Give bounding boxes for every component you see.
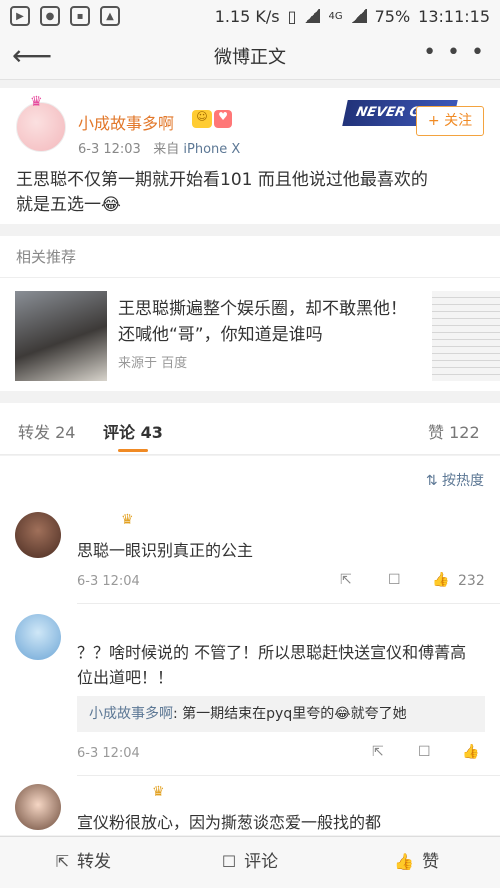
back-arrow-icon[interactable]: ⟵ xyxy=(12,42,52,70)
post-date: 6-3 12:03 xyxy=(78,142,141,157)
signal-icon-2 xyxy=(350,9,367,23)
comment-icon: ☐ xyxy=(221,852,237,871)
commenter-avatar[interactable] xyxy=(15,614,61,660)
weibo-post: ♛ 小成故事多啊 ☺ ♥ 6-3 12:03 来自 iPhone X NEVER… xyxy=(0,88,500,224)
tab-comment[interactable]: 评论 43 xyxy=(103,419,163,443)
related-section: 相关推荐 王思聪撕遍整个娱乐圈，却不敢黑他！还喊他“哥”，你知道是谁吗 来源于 … xyxy=(0,236,500,391)
sort-icon: ⇅ xyxy=(425,473,438,489)
post-body: 王思聪不仅第一期就开始看101 而且他说过他最喜欢的就是五选一😂 xyxy=(16,170,428,215)
more-options-icon[interactable]: • • • xyxy=(423,40,486,65)
save-icon: ▪ xyxy=(70,6,90,26)
crown-icon: ♛ xyxy=(152,784,165,800)
clock: 13:11:15 xyxy=(418,6,490,26)
reply-icon[interactable]: ☐ xyxy=(418,744,431,760)
bottom-action-bar: ⇱ 转发 ☐ 评论 👍 赞 xyxy=(0,836,500,888)
sort-label: 按热度 xyxy=(442,473,484,489)
network-type: 4G xyxy=(328,10,343,22)
author-name[interactable]: 小成故事多啊 xyxy=(78,110,174,134)
repost-button[interactable]: ⇱ 转发 xyxy=(0,837,167,888)
repost-icon: ⇱ xyxy=(55,852,70,871)
comment-list: ♛ 思聪一眼识别真正的公主 6-3 12:04 ⇱ ☐ 👍 232 ？？啥时候说… xyxy=(0,500,500,835)
play-icon: ▶ xyxy=(10,6,30,26)
commenter-avatar[interactable] xyxy=(15,512,61,558)
post-source[interactable]: iPhone X xyxy=(183,142,240,157)
comment-time: 6-3 12:04 xyxy=(77,746,140,761)
comment-text: ？？啥时候说的 不管了！所以思聪赶快送宣仪和傅菁高位出道吧！！ xyxy=(77,643,467,687)
image-icon: ▲ xyxy=(100,6,120,26)
like-icon: 👍 xyxy=(394,852,415,871)
page-title: 微博正文 xyxy=(214,46,286,68)
share-icon[interactable]: ⇱ xyxy=(340,572,352,588)
post-tabs: 转发 24 评论 43 赞 122 xyxy=(0,403,500,455)
status-bar: ▶ ● ▪ ▲ 1.15 K/s ▯ 4G 75% 13:11:15 xyxy=(0,0,500,32)
battery-level: 75% xyxy=(374,6,411,26)
comment-divider xyxy=(77,603,500,604)
like-button[interactable]: 👍 赞 xyxy=(333,837,500,888)
signal-icon xyxy=(304,9,321,23)
vip-badge-icon: ☺ xyxy=(192,110,212,128)
like-icon[interactable]: 👍 xyxy=(432,572,449,588)
nav-bar: ⟵ 微博正文 • • • xyxy=(0,32,500,80)
sort-bar: ⇅ 按热度 xyxy=(0,456,500,500)
crown-icon: ♛ xyxy=(30,94,43,110)
comment-divider xyxy=(77,775,500,776)
comment-text: 思聪一眼识别真正的公主 xyxy=(77,541,254,560)
net-speed: 1.15 K/s xyxy=(214,6,280,26)
like-label: 赞 xyxy=(422,852,440,872)
comment-time: 6-3 12:04 xyxy=(77,574,140,589)
related-source: 来源于 百度 xyxy=(118,356,188,371)
heart-badge-icon: ♥ xyxy=(214,110,232,128)
like-count: 232 xyxy=(458,573,485,589)
reply-text: : 第一期结束在pyq里夸的😂就夸了她 xyxy=(173,706,407,722)
like-icon[interactable]: 👍 xyxy=(462,744,479,760)
crown-icon: ♛ xyxy=(121,512,134,528)
tab-like[interactable]: 赞 122 xyxy=(428,419,480,443)
reply-author[interactable]: 小成故事多啊 xyxy=(89,706,173,722)
sort-hot-button[interactable]: ⇅ 按热度 xyxy=(426,470,484,490)
reply-icon[interactable]: ☐ xyxy=(388,572,401,588)
commenter-avatar[interactable] xyxy=(15,784,61,830)
tab-repost[interactable]: 转发 24 xyxy=(18,419,75,443)
comment-label: 评论 xyxy=(244,852,279,872)
related-thumbnail[interactable] xyxy=(15,291,107,381)
comment-button[interactable]: ☐ 评论 xyxy=(167,837,334,888)
follow-button[interactable]: + 关注 xyxy=(416,106,484,136)
notification-icon: ● xyxy=(40,6,60,26)
source-prefix: 来自 xyxy=(153,142,180,157)
active-tab-indicator xyxy=(118,449,148,452)
comment-text: 宣仪粉很放心，因为撕葱谈恋爱一般找的都 xyxy=(77,813,382,832)
reply-preview[interactable]: 小成故事多啊: 第一期结束在pyq里夸的😂就夸了她 xyxy=(77,696,485,732)
related-header: 相关推荐 xyxy=(0,236,500,278)
repost-label: 转发 xyxy=(77,852,112,872)
related-side-image[interactable] xyxy=(432,291,500,381)
post-meta: 6-3 12:03 来自 iPhone X xyxy=(78,138,240,157)
vibrate-icon: ▯ xyxy=(287,6,297,26)
share-icon[interactable]: ⇱ xyxy=(372,744,384,760)
related-title[interactable]: 王思聪撕遍整个娱乐圈，却不敢黑他！还喊他“哥”，你知道是谁吗 xyxy=(118,296,418,348)
